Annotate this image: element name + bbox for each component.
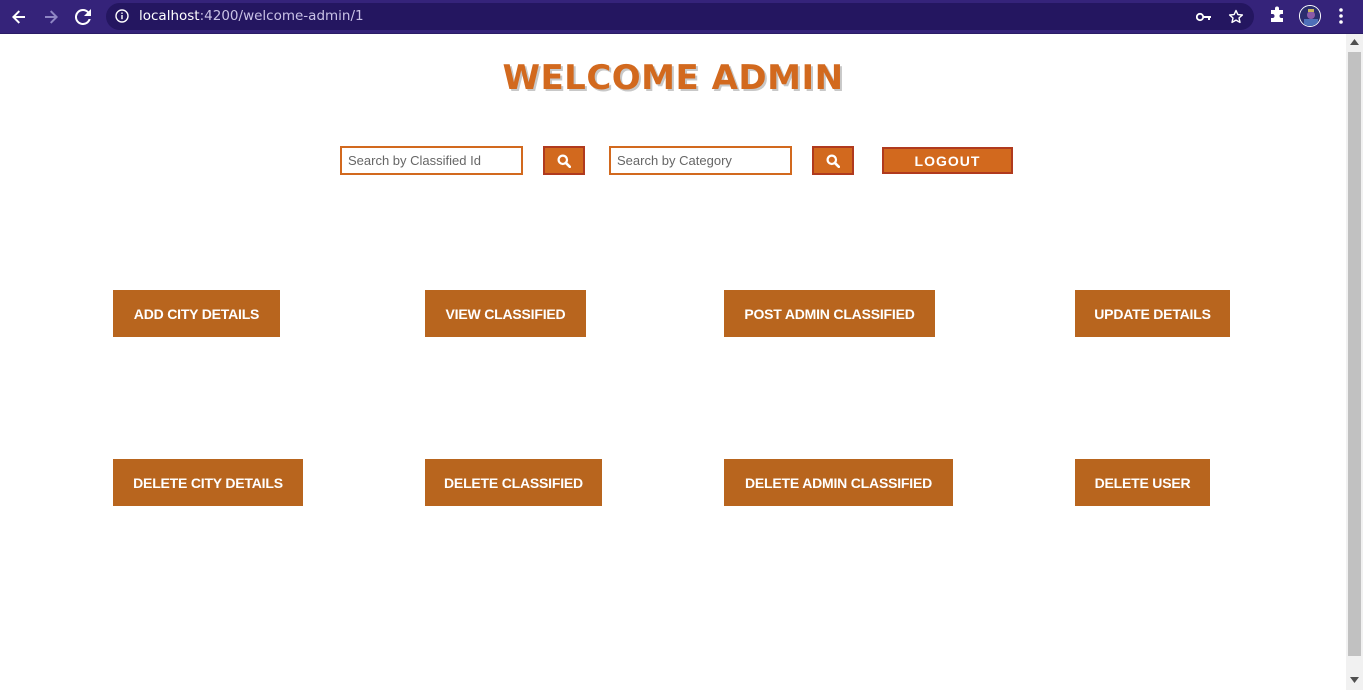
password-key-button[interactable] [1194, 7, 1214, 27]
back-button[interactable] [7, 5, 31, 29]
scrollbar-thumb[interactable] [1348, 52, 1361, 656]
vertical-scrollbar[interactable] [1346, 34, 1363, 690]
reload-icon [75, 9, 91, 25]
url-path: :4200/welcome-admin/1 [199, 8, 364, 24]
search-category-button[interactable] [812, 146, 854, 175]
forward-arrow-icon [45, 10, 58, 24]
scroll-up-arrow-icon[interactable] [1350, 39, 1359, 45]
post-admin-classified-button[interactable]: POST ADMIN CLASSIFIED [724, 290, 935, 337]
reload-button[interactable] [71, 5, 95, 29]
menu-kebab-icon[interactable] [1335, 5, 1347, 27]
key-icon [1196, 12, 1211, 22]
page-content: WELCOME ADMIN LOGOUT ADD CITY DETAILS VI… [0, 34, 1346, 690]
extensions-puzzle-icon[interactable] [1268, 5, 1286, 25]
scroll-down-arrow-icon[interactable] [1350, 677, 1359, 683]
update-details-button[interactable]: UPDATE DETAILS [1075, 290, 1230, 337]
address-bar[interactable]: localhost:4200/welcome-admin/1 [106, 3, 1254, 30]
info-icon[interactable] [115, 9, 129, 23]
view-classified-button[interactable]: VIEW CLASSIFIED [425, 290, 586, 337]
back-arrow-icon [12, 10, 25, 24]
bookmark-star-button[interactable] [1226, 7, 1246, 27]
delete-city-details-button[interactable]: DELETE CITY DETAILS [113, 459, 303, 506]
page-title: WELCOME ADMIN [502, 58, 844, 98]
url-text[interactable]: localhost:4200/welcome-admin/1 [139, 8, 364, 24]
add-city-details-button[interactable]: ADD CITY DETAILS [113, 290, 280, 337]
star-icon [1228, 9, 1244, 24]
delete-classified-button[interactable]: DELETE CLASSIFIED [425, 459, 602, 506]
search-classified-id-input[interactable] [340, 146, 523, 175]
search-icon [826, 154, 840, 168]
browser-toolbar: localhost:4200/welcome-admin/1 [0, 0, 1363, 34]
search-icon [557, 154, 571, 168]
profile-avatar[interactable] [1299, 5, 1321, 27]
forward-button[interactable] [39, 5, 63, 29]
search-category-input[interactable] [609, 146, 792, 175]
avatar-icon [1300, 6, 1320, 26]
url-host: localhost [139, 8, 200, 24]
delete-user-button[interactable]: DELETE USER [1075, 459, 1210, 506]
search-classified-id-button[interactable] [543, 146, 585, 175]
delete-admin-classified-button[interactable]: DELETE ADMIN CLASSIFIED [724, 459, 953, 506]
logout-button[interactable]: LOGOUT [882, 147, 1013, 174]
